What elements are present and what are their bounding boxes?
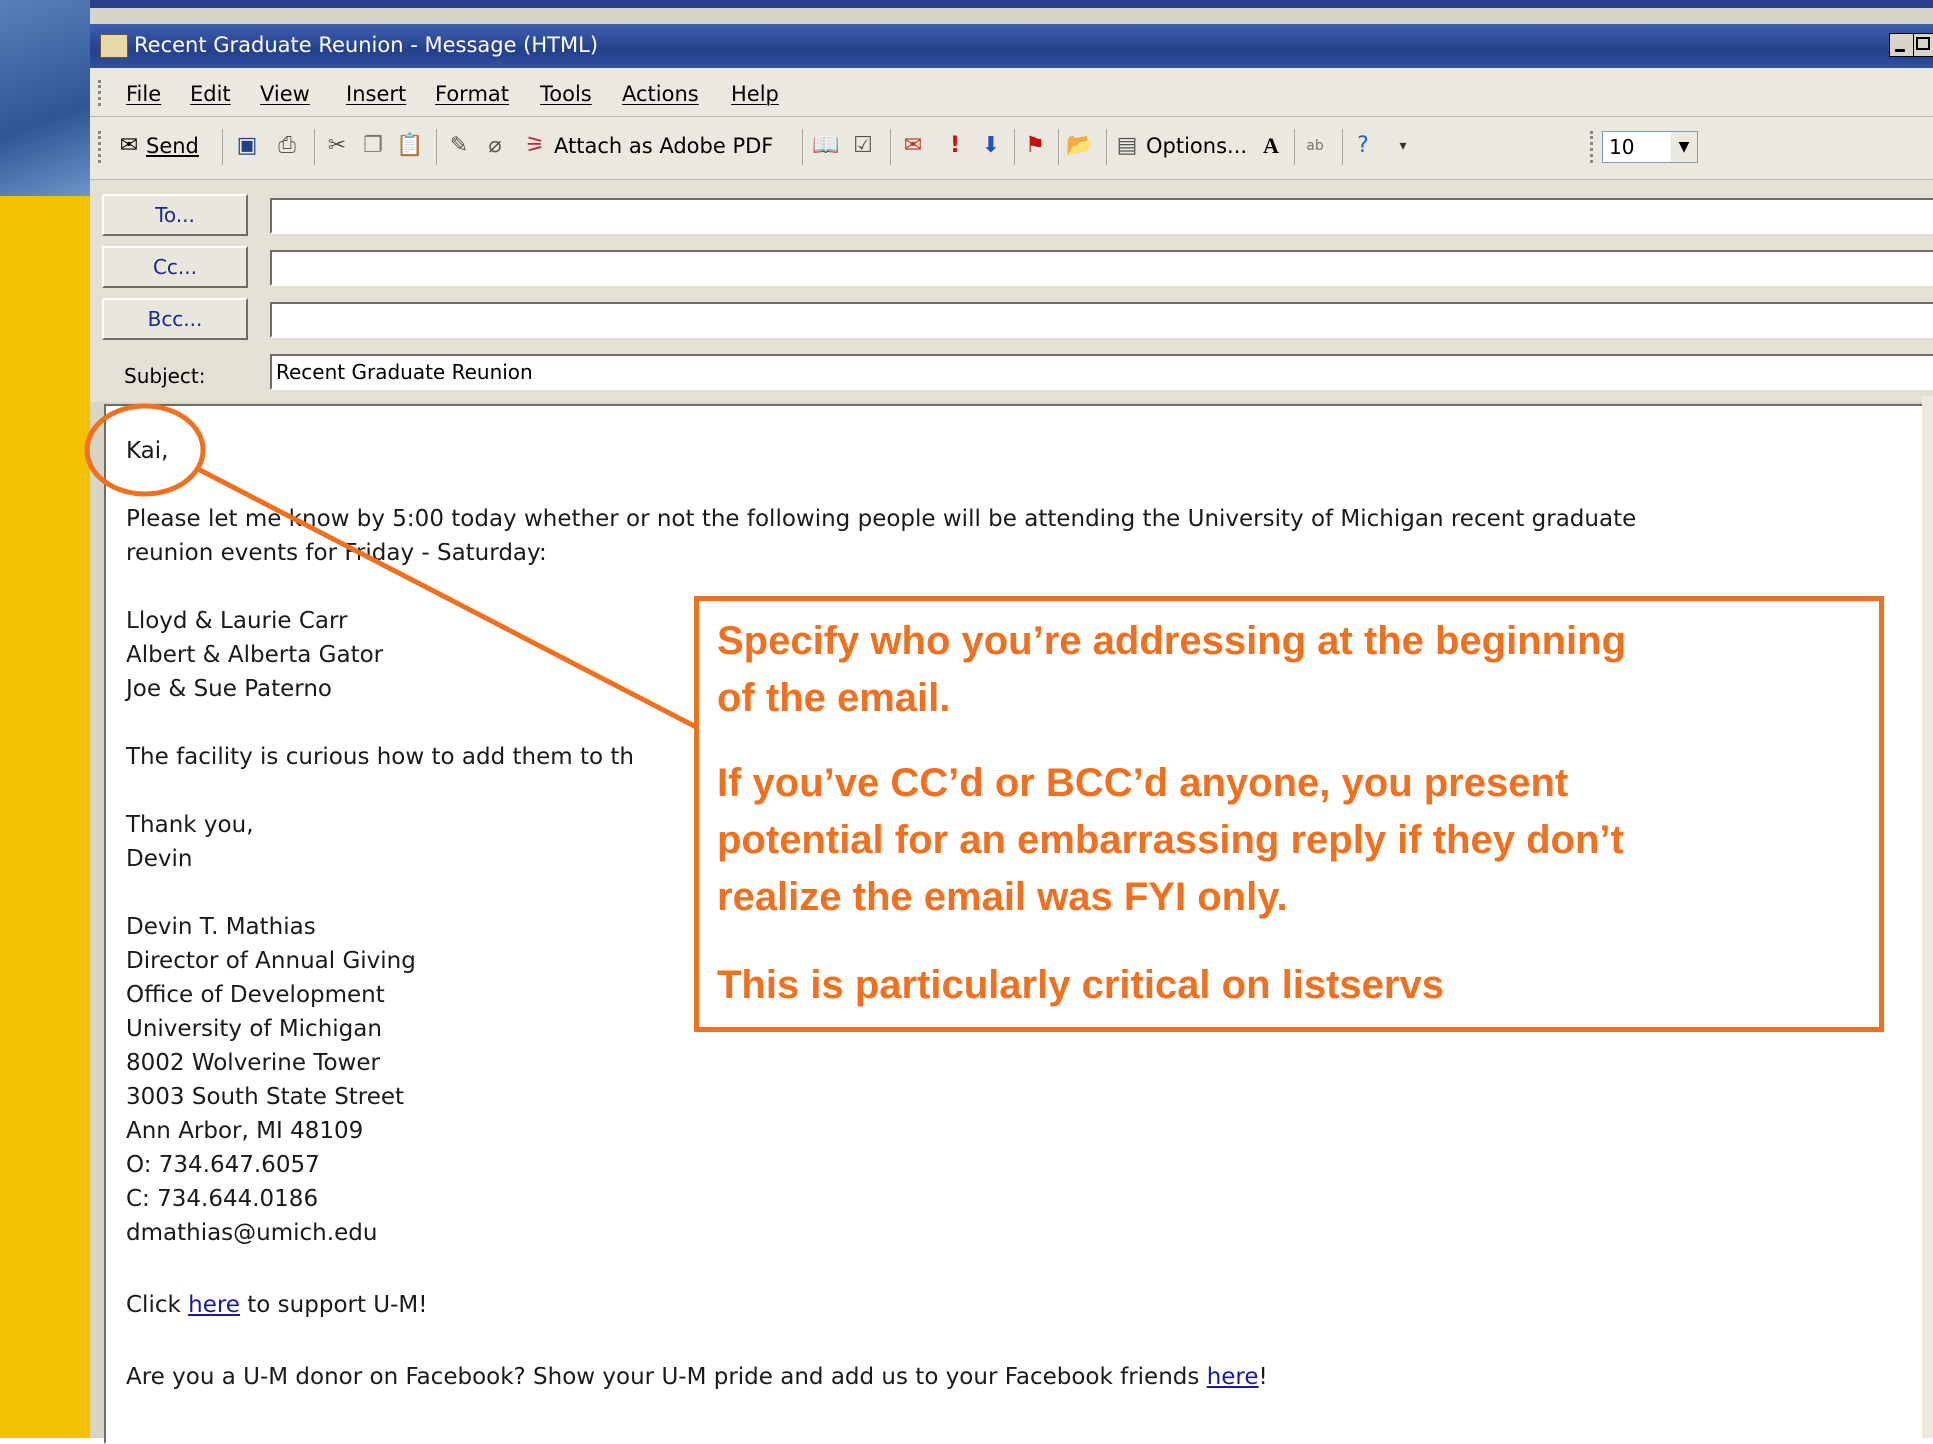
callout-text: This is particularly critical on listser… — [717, 963, 1444, 1007]
callout-text: Specify who you’re addressing at the beg… — [717, 619, 1627, 663]
callout-text: potential for an embarrassing reply if t… — [717, 818, 1624, 862]
greeting-highlight-circle — [84, 403, 206, 497]
callout-box: Specify who you’re addressing at the beg… — [694, 596, 1884, 1032]
callout-text: realize the email was FYI only. — [717, 875, 1288, 919]
callout-connector-line — [194, 465, 700, 731]
callout-text: of the email. — [717, 676, 951, 720]
callout-text: If you’ve CC’d or BCC’d anyone, you pres… — [717, 761, 1569, 805]
